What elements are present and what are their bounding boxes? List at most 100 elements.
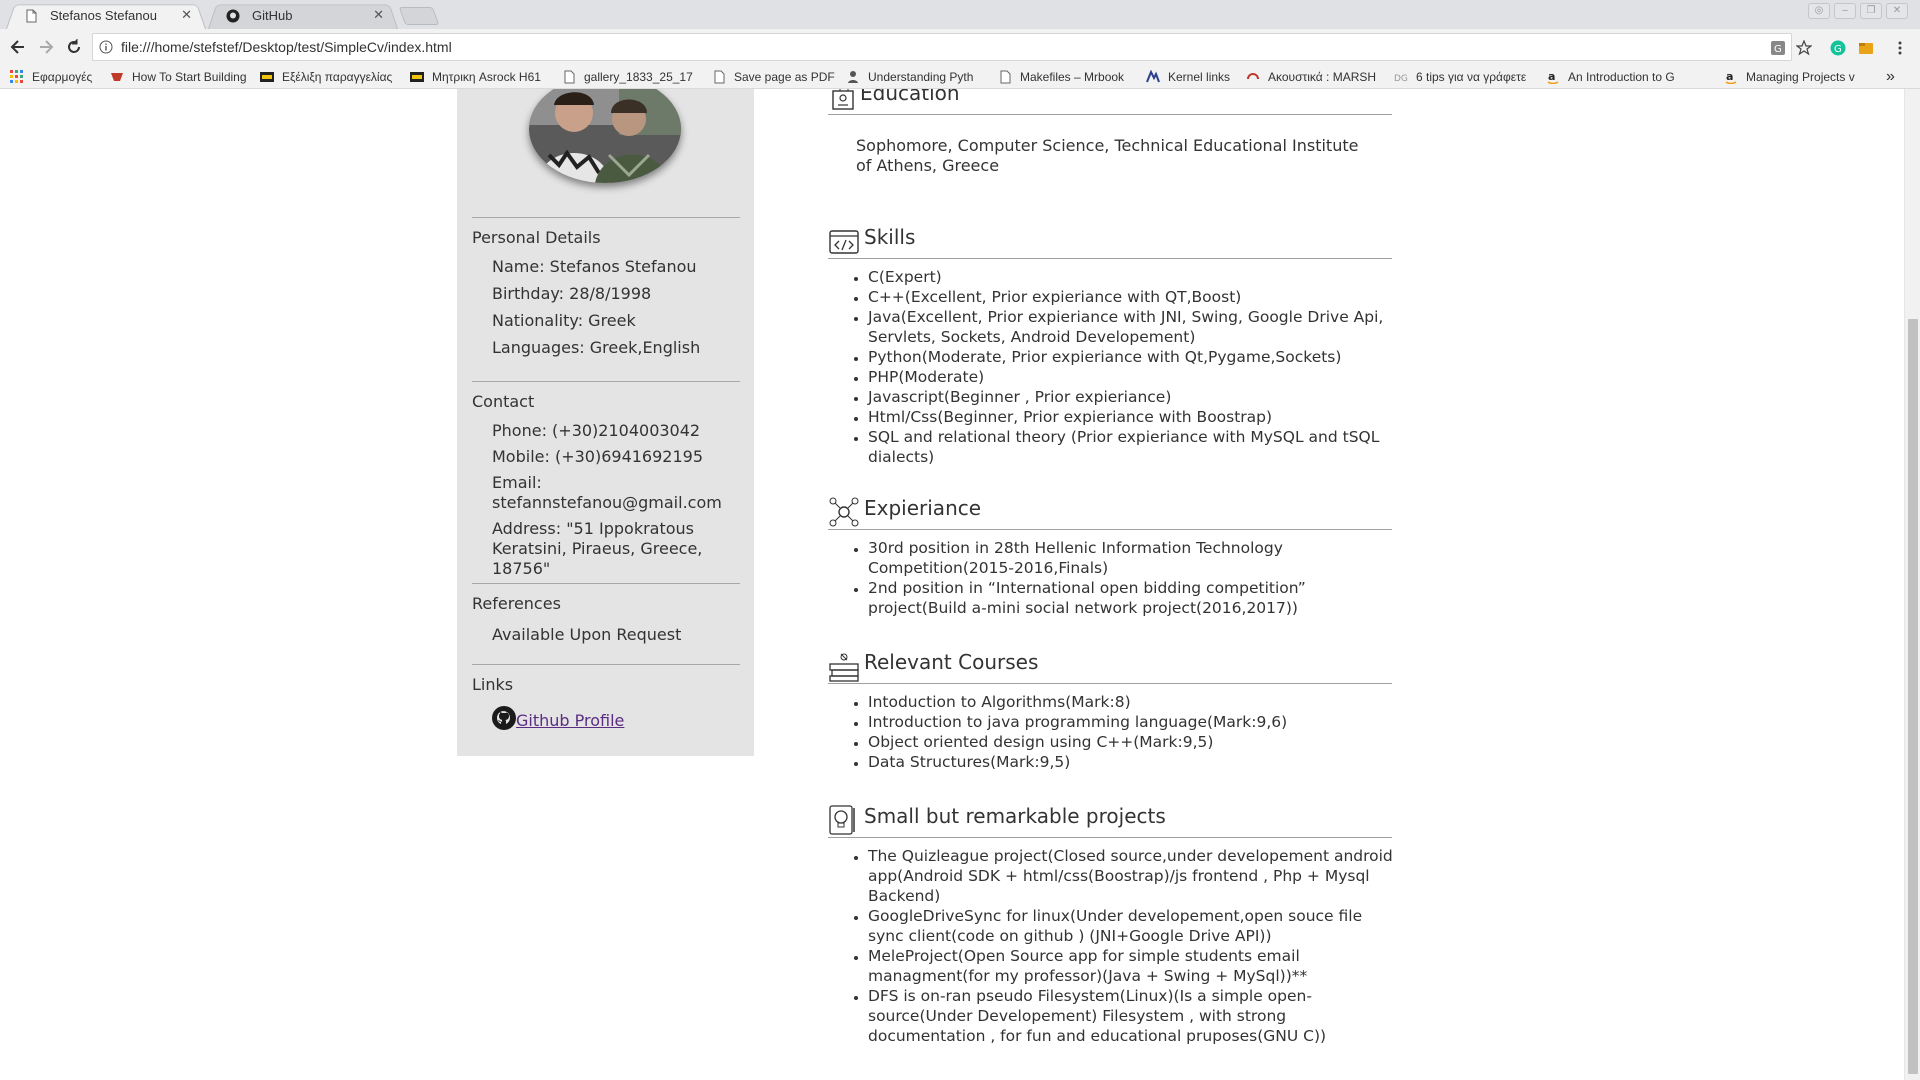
experience-header: Expieriance [828,496,1392,530]
bookmark-introduction[interactable]: a An Introduction to G [1546,68,1682,86]
personal-details-section: Personal Details Name: Stefanos Stefanou… [472,217,740,358]
bookmark-managing-projects[interactable]: a Managing Projects v [1724,68,1874,86]
amazon-icon: a [1547,70,1559,84]
close-icon[interactable]: ✕ [373,7,384,23]
tab-title: GitHub [252,8,293,23]
skills-header: Skills [828,225,1392,259]
extension-folder-icon[interactable] [1858,40,1874,56]
bookmark-label: How To Start Building [132,70,247,84]
scrollbar-thumb[interactable] [1908,319,1918,1074]
github-icon [226,9,240,23]
star-icon[interactable] [1796,40,1812,56]
svg-text:DG: DG [1394,74,1408,84]
tab-stefanos-stefanou[interactable]: Stefanos Stefanou ✕ [6,2,206,29]
bookmark-label: Μητρικη Asrock H61 [432,70,541,84]
svg-text:G: G [1774,44,1782,55]
bookmark-label: Save page as PDF [734,70,835,84]
browser-toolbar: file:///home/stefstef/Desktop/test/Simpl… [0,29,1920,65]
experience-list: 30rd position in 28th Hellenic Informati… [868,538,1398,618]
list-item: Html/Css(Beginner, Prior expieriance wit… [868,407,1398,427]
list-item: The Quizleague project(Closed source,und… [868,846,1398,906]
back-arrow-icon[interactable] [8,37,28,57]
list-item: DFS is on-ran pseudo Filesystem(Linux)(I… [868,986,1398,1046]
bookmark-understanding-python[interactable]: Understanding Pyth [846,68,984,86]
education-header: Education [828,89,1392,115]
page-scrollbar[interactable] [1904,89,1920,1080]
bookmark-headphones[interactable]: Ακουστικά : MARSH [1246,68,1382,86]
name-field: Name: Stefanos Stefanou [492,257,697,276]
profile-icon[interactable]: ◎ [1808,3,1830,19]
email-label: Email: [492,473,542,492]
window-close-button[interactable]: ✕ [1886,3,1908,19]
languages-field: Languages: Greek,English [492,338,701,357]
reload-icon[interactable] [64,37,84,57]
network-icon [829,497,859,527]
references-section: References Available Upon Request [472,583,740,645]
tab-github[interactable]: GitHub ✕ [208,2,398,29]
new-tab-button[interactable] [398,7,440,25]
list-item: Javascript(Beginner , Prior expieriance) [868,387,1398,407]
courses-header: Relevant Courses [828,650,1392,684]
amazon-icon: a [1725,70,1737,84]
bookmark-6-tips[interactable]: DG 6 tips για να γράφετε [1394,68,1530,86]
site-logo-icon [260,72,274,82]
projects-header: Small but remarkable projects [828,804,1392,838]
graduation-icon [832,89,854,110]
list-item: GoogleDriveSync for linux(Under develope… [868,906,1398,946]
email-field: stefannstefanou@gmail.com [492,493,722,512]
document-icon [714,70,725,84]
close-icon[interactable]: ✕ [181,7,192,23]
profile-photo [529,89,681,183]
product-image-icon [1247,73,1259,80]
bookmark-label: Makefiles – Mrbook [1020,70,1125,84]
bookmark-kernel-links[interactable]: Kernel links [1146,68,1246,86]
links-section: Links Github Profile [472,664,740,730]
list-item: Java(Excellent, Prior expieriance with J… [868,307,1398,347]
address-line-2: Keratsini, Piraeus, Greece, 18756" [492,539,703,578]
birthday-field: Birthday: 28/8/1998 [492,284,652,303]
info-icon[interactable] [99,40,113,54]
section-title: Small but remarkable projects [864,804,1166,828]
bookmark-gallery[interactable]: gallery_1833_25_17 [562,68,700,86]
list-item: Intoduction to Algorithms(Mark:8) [868,692,1398,712]
minimize-button[interactable]: – [1834,3,1856,19]
section-title: Skills [864,225,916,249]
kernel-logo-icon [1146,70,1160,83]
bookmark-makefiles[interactable]: Makefiles – Mrbook [998,68,1130,86]
menu-icon[interactable] [1892,40,1908,56]
dg-logo-icon: DG [1394,74,1408,84]
page-viewport: Personal Details Name: Stefanos Stefanou… [0,89,1904,1080]
bookmark-how-to-start-building[interactable]: How To Start Building [110,68,248,86]
translate-icon[interactable]: G [1770,40,1786,56]
bookmark-label: Understanding Pyth [868,70,974,84]
person-logo-icon [848,71,858,83]
github-profile-link[interactable]: Github Profile [516,711,624,730]
contact-section: Contact Phone: (+30)2104003042 Mobile: (… [472,381,740,579]
github-icon [492,706,516,730]
bookmark-save-page-pdf[interactable]: Save page as PDF [712,68,838,86]
bookmark-label: Kernel links [1168,70,1231,84]
tab-strip: Stefanos Stefanou ✕ GitHub ✕ ◎ – ❐ ✕ [0,0,1920,29]
bookmark-label: 6 tips για να γράφετε [1416,70,1527,84]
list-item: C++(Excellent, Prior expieriance with QT… [868,287,1398,307]
section-title: Education [860,89,960,105]
bookmark-label: An Introduction to G [1568,70,1675,84]
tab-title: Stefanos Stefanou [50,8,157,23]
code-icon [829,230,859,254]
bookmark-order-progress[interactable]: Εξέλιξη παραγγελίας [260,68,396,86]
bookmarks-overflow-button[interactable]: » [1886,68,1906,86]
bookmark-apps[interactable]: Εφαρμογές [10,68,100,86]
list-item: 30rd position in 28th Hellenic Informati… [868,538,1398,578]
bookmark-motherboard[interactable]: Μητρικη Asrock H61 [410,68,545,86]
list-item: Python(Moderate, Prior expieriance with … [868,347,1398,367]
section-title: Expieriance [864,496,982,520]
bookmark-label: Managing Projects v [1746,70,1855,84]
address-bar[interactable]: file:///home/stefstef/Desktop/test/Simpl… [92,33,1792,61]
maximize-button[interactable]: ❐ [1860,3,1882,19]
forward-arrow-icon[interactable] [36,37,56,57]
grammarly-icon[interactable]: G [1830,40,1846,56]
books-icon [829,653,859,682]
sidebar: Personal Details Name: Stefanos Stefanou… [457,89,754,756]
projects-list: The Quizleague project(Closed source,und… [868,846,1398,1046]
bookmark-label: Εξέλιξη παραγγελίας [282,70,393,84]
